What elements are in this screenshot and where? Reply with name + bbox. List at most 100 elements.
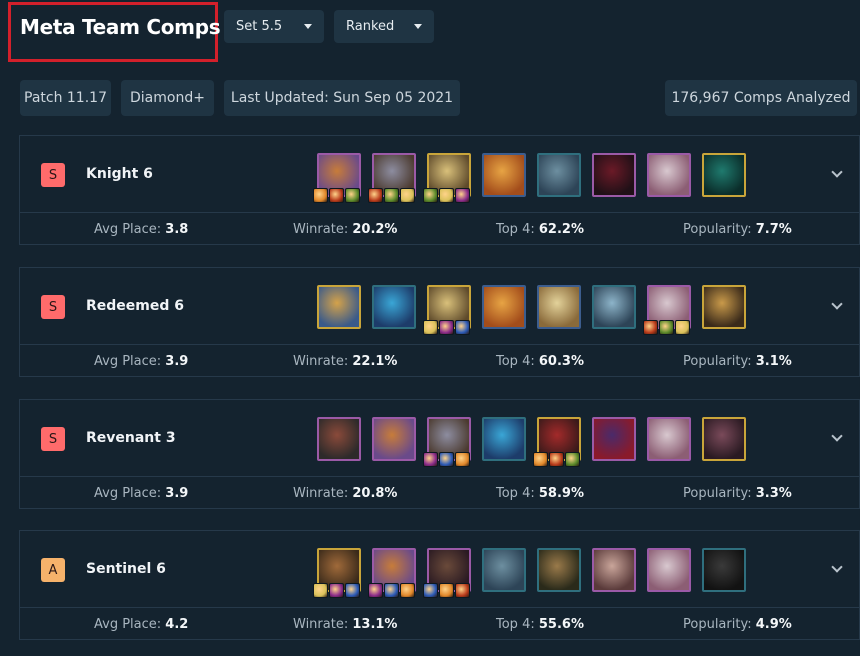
set-dropdown[interactable]: Set 5.5 <box>224 10 324 43</box>
stat-popularity: Popularity: 4.9% <box>683 617 792 632</box>
stat-value: 3.9 <box>165 486 189 501</box>
item-row <box>368 583 415 599</box>
item-icon[interactable] <box>400 188 415 203</box>
item-icon[interactable] <box>368 583 383 598</box>
comp-card-header[interactable]: S Redeemed 6 <box>20 268 859 344</box>
champion-face <box>484 419 524 459</box>
item-row <box>533 452 580 468</box>
card-divider <box>20 344 859 345</box>
stat-popularity: Popularity: 7.7% <box>683 222 792 237</box>
item-icon[interactable] <box>384 583 399 598</box>
item-icon[interactable] <box>439 452 454 467</box>
item-icon[interactable] <box>439 320 454 335</box>
champion-portrait[interactable] <box>317 417 361 461</box>
champion-face <box>704 155 744 195</box>
stat-label: Avg Place: <box>94 222 162 237</box>
stat-winrate: Winrate: 20.8% <box>293 486 397 501</box>
tier-badge: S <box>41 163 65 187</box>
champion-portrait[interactable] <box>647 417 691 461</box>
comp-card[interactable]: S Redeemed 6 Avg Place: 3.9 Winrate: 22.1% T… <box>19 267 860 377</box>
item-icon[interactable] <box>313 188 328 203</box>
stat-label: Popularity: <box>683 617 752 632</box>
item-row <box>423 320 470 336</box>
champion-portrait[interactable] <box>482 285 526 329</box>
card-divider <box>20 607 859 608</box>
champion-face <box>649 419 689 459</box>
item-icon[interactable] <box>329 188 344 203</box>
champion-portrait[interactable] <box>592 285 636 329</box>
item-icon[interactable] <box>643 320 658 335</box>
item-icon[interactable] <box>329 583 344 598</box>
stat-value: 13.1% <box>352 617 398 632</box>
stat-top4: Top 4: 62.2% <box>496 222 584 237</box>
stat-value: 55.6% <box>538 617 584 632</box>
comp-card[interactable]: S Knight 6 Avg Place: 3.8 Winrate: 20.2% Top… <box>19 135 860 245</box>
champion-portrait[interactable] <box>372 285 416 329</box>
stat-value: 4.2 <box>165 617 189 632</box>
item-icon[interactable] <box>384 188 399 203</box>
champion-portrait[interactable] <box>537 153 581 197</box>
item-icon[interactable] <box>423 320 438 335</box>
chevron-down-icon[interactable] <box>831 166 843 178</box>
stat-label: Winrate: <box>293 222 349 237</box>
item-icon[interactable] <box>423 452 438 467</box>
item-icon[interactable] <box>455 320 470 335</box>
champion-portrait[interactable] <box>482 417 526 461</box>
item-icon[interactable] <box>533 452 548 467</box>
stat-value: 22.1% <box>352 354 398 369</box>
card-divider <box>20 476 859 477</box>
champion-portrait[interactable] <box>702 153 746 197</box>
champion-portrait[interactable] <box>482 153 526 197</box>
chevron-down-icon[interactable] <box>831 298 843 310</box>
chevron-down-icon[interactable] <box>831 430 843 442</box>
champion-portrait[interactable] <box>482 548 526 592</box>
item-row <box>313 583 360 599</box>
item-icon[interactable] <box>423 583 438 598</box>
comp-card-header[interactable]: S Revenant 3 <box>20 400 859 476</box>
set-dropdown-label: Set 5.5 <box>236 19 283 34</box>
item-icon[interactable] <box>345 583 360 598</box>
champion-portrait[interactable] <box>372 417 416 461</box>
item-icon[interactable] <box>455 452 470 467</box>
item-icon[interactable] <box>439 188 454 203</box>
item-icon[interactable] <box>455 188 470 203</box>
item-icon[interactable] <box>439 583 454 598</box>
item-icon[interactable] <box>423 188 438 203</box>
mode-dropdown[interactable]: Ranked <box>334 10 434 43</box>
item-icon[interactable] <box>675 320 690 335</box>
rank-badge: Diamond+ <box>121 80 214 116</box>
stat-label: Popularity: <box>683 354 752 369</box>
champion-portrait[interactable] <box>647 548 691 592</box>
champion-portrait[interactable] <box>592 417 636 461</box>
comp-card[interactable]: A Sentinel 6 Avg Place: 4.2 Winrate: 13.1% T… <box>19 530 860 640</box>
item-icon[interactable] <box>313 583 328 598</box>
champion-face <box>594 550 634 590</box>
champion-portrait[interactable] <box>702 548 746 592</box>
comp-card-header[interactable]: A Sentinel 6 <box>20 531 859 607</box>
champion-portrait[interactable] <box>702 285 746 329</box>
champion-portrait[interactable] <box>647 153 691 197</box>
item-icon[interactable] <box>549 452 564 467</box>
item-icon[interactable] <box>400 583 415 598</box>
champion-portrait[interactable] <box>537 548 581 592</box>
champion-portrait[interactable] <box>702 417 746 461</box>
chevron-down-icon[interactable] <box>831 561 843 573</box>
comp-card-header[interactable]: S Knight 6 <box>20 136 859 212</box>
stat-value: 7.7% <box>755 222 792 237</box>
item-row <box>423 452 470 468</box>
page-title: Meta Team Comps <box>20 15 221 39</box>
item-icon[interactable] <box>345 188 360 203</box>
stat-label: Winrate: <box>293 486 349 501</box>
item-row <box>423 188 470 204</box>
comps-analyzed-badge: 176,967 Comps Analyzed <box>665 80 857 116</box>
item-icon[interactable] <box>455 583 470 598</box>
item-icon[interactable] <box>368 188 383 203</box>
champion-portrait[interactable] <box>592 548 636 592</box>
item-icon[interactable] <box>659 320 674 335</box>
champion-face <box>594 419 634 459</box>
champion-portrait[interactable] <box>317 285 361 329</box>
champion-portrait[interactable] <box>537 285 581 329</box>
comp-card[interactable]: S Revenant 3 Avg Place: 3.9 Winrate: 20.8% T… <box>19 399 860 509</box>
champion-portrait[interactable] <box>592 153 636 197</box>
item-icon[interactable] <box>565 452 580 467</box>
